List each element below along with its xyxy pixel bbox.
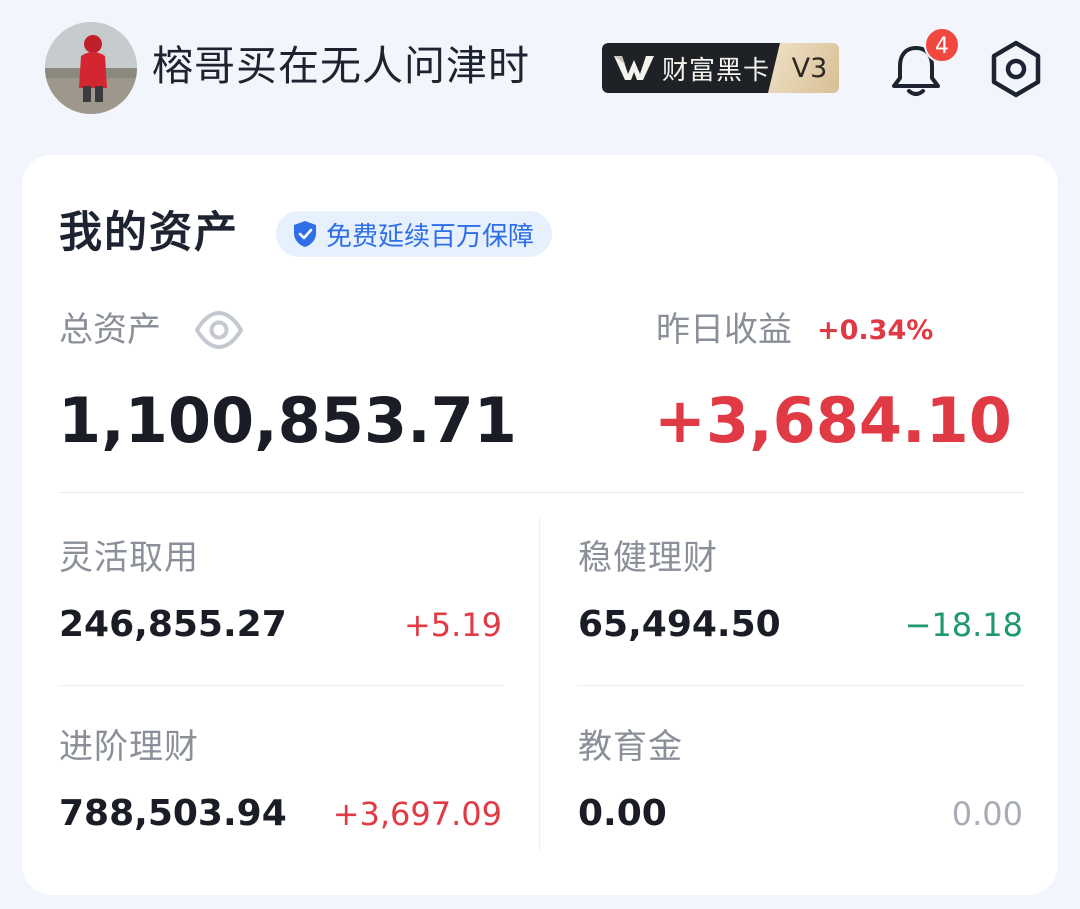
guarantee-text: 免费延续百万保障 [326,221,535,252]
shield-check-icon [294,221,316,247]
username[interactable]: 榕哥买在无人问津时 [152,36,530,96]
divider [577,685,1024,686]
vip-level: V3 [768,43,839,93]
settings-icon[interactable] [985,38,1047,100]
avatar[interactable] [45,22,137,114]
eye-icon[interactable] [194,308,244,352]
avatar-image [45,22,137,114]
vip-card-badge[interactable]: 财富黑卡 V3 [602,43,839,93]
total-assets-label: 总资产 [59,310,161,350]
divider [58,685,504,686]
w-logo-icon [614,56,654,80]
asset-item-change: +3,697.09 [332,795,502,833]
asset-item-label: 进阶理财 [59,727,199,767]
asset-item-label: 教育金 [578,727,683,767]
asset-item-label: 稳健理财 [578,538,718,578]
total-assets-value: 1,100,853.71 [58,384,517,457]
yesterday-earnings-value: +3,684.10 [654,384,1012,457]
notification-badge: 4 [924,27,960,63]
divider [539,518,540,850]
my-assets-card: 我的资产 免费延续百万保障 总资产 1,100,853.71 昨日收益 +0.3… [22,155,1058,895]
asset-item-label: 灵活取用 [59,538,199,578]
card-title: 我的资产 [59,208,239,258]
divider [58,492,1024,493]
yesterday-earnings-label: 昨日收益 [656,310,792,350]
asset-item-value: 65,494.50 [578,604,781,645]
asset-item-change: −18.18 [904,606,1023,644]
top-bar: 榕哥买在无人问津时 财富黑卡 V3 4 [0,0,1080,140]
vip-card-label: 财富黑卡 [602,43,780,93]
asset-item-change: +5.19 [403,606,502,644]
asset-item-value: 0.00 [578,793,667,834]
vip-card-name: 财富黑卡 [662,55,771,86]
guarantee-pill[interactable]: 免费延续百万保障 [276,211,553,257]
asset-item-change: 0.00 [951,795,1023,833]
yesterday-earnings-rate: +0.34% [817,315,934,346]
